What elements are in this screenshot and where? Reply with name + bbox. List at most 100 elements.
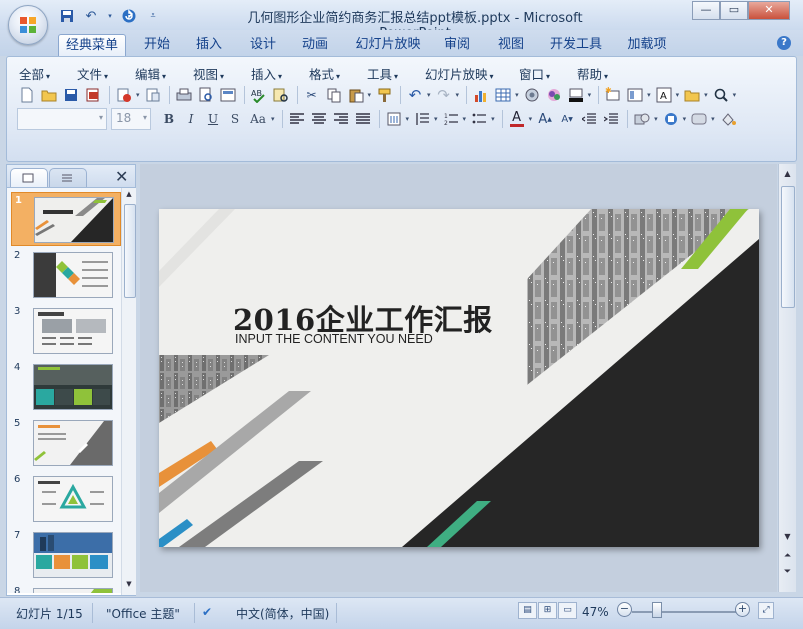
- tab-outline[interactable]: [49, 168, 87, 187]
- undo-dropdown-icon[interactable]: ▾: [106, 7, 114, 25]
- spelling-icon[interactable]: AB: [249, 85, 269, 105]
- thumbnail-list[interactable]: 1 2 3 4 5 6 7 8: [7, 188, 121, 593]
- decrease-indent-icon[interactable]: [579, 109, 599, 129]
- change-case-button[interactable]: Aa: [247, 109, 269, 129]
- arrange-icon[interactable]: [661, 109, 681, 129]
- editor-scrollbar[interactable]: ▲ ▼ ⏶ ⏷: [778, 164, 796, 592]
- new-icon[interactable]: [17, 85, 37, 105]
- scroll-down-icon[interactable]: ▼: [780, 529, 795, 545]
- slide-thumbnail[interactable]: 6: [11, 472, 119, 524]
- menu-view[interactable]: 视图 ▾: [193, 64, 224, 83]
- slideshow-view-button[interactable]: ▭: [558, 602, 577, 619]
- slide-thumbnail[interactable]: 1: [11, 192, 121, 246]
- zoom-level[interactable]: 47%: [582, 605, 609, 619]
- cut-icon[interactable]: ✂: [302, 85, 322, 105]
- attach-icon[interactable]: [143, 85, 163, 105]
- underline-button[interactable]: U: [203, 109, 223, 129]
- permission-icon[interactable]: [114, 85, 134, 105]
- help-icon[interactable]: ?: [777, 36, 791, 50]
- paste-icon[interactable]: [346, 85, 366, 105]
- tab-home[interactable]: 开始: [136, 34, 178, 56]
- language-indicator[interactable]: 中文(简体，中国): [236, 605, 329, 622]
- align-right-icon[interactable]: [331, 109, 351, 129]
- slide-thumbnail[interactable]: 3: [11, 304, 119, 356]
- save-icon[interactable]: [61, 85, 81, 105]
- tab-view[interactable]: 视图: [490, 34, 532, 56]
- font-color-icon[interactable]: A: [507, 109, 527, 129]
- line-spacing-icon[interactable]: [412, 109, 432, 129]
- menu-slideshow[interactable]: 幻灯片放映 ▾: [425, 64, 494, 83]
- scrollbar-thumb[interactable]: [124, 204, 136, 298]
- tab-slides[interactable]: [10, 168, 48, 187]
- shapes-icon[interactable]: [632, 109, 652, 129]
- open-folder-icon[interactable]: [682, 85, 702, 105]
- layout-icon[interactable]: [218, 85, 238, 105]
- print-preview-icon[interactable]: [196, 85, 216, 105]
- undo-icon[interactable]: ↶: [82, 7, 100, 25]
- menu-file[interactable]: 文件 ▾: [77, 64, 108, 83]
- grow-font-icon[interactable]: A ▲: [535, 109, 555, 129]
- undo-icon[interactable]: ↶: [405, 85, 425, 105]
- text-box-icon[interactable]: A: [654, 85, 674, 105]
- slide-layout-icon[interactable]: [625, 85, 645, 105]
- chart-icon[interactable]: [471, 85, 491, 105]
- zoom-in-button[interactable]: +: [735, 602, 750, 617]
- shape-fill-icon[interactable]: [718, 109, 738, 129]
- clipart-icon[interactable]: [522, 85, 542, 105]
- slide-thumbnail[interactable]: 7: [11, 528, 119, 580]
- current-slide[interactable]: 2016企业工作汇报 INPUT THE CONTENT YOU NEED: [159, 209, 759, 547]
- justify-icon[interactable]: [353, 109, 373, 129]
- text-direction-icon[interactable]: [384, 109, 404, 129]
- customize-toolbar-icon[interactable]: ⩡: [144, 7, 162, 25]
- menu-edit[interactable]: 编辑 ▾: [135, 64, 166, 83]
- scrollbar-thumb[interactable]: [781, 186, 795, 308]
- increase-indent-icon[interactable]: [601, 109, 621, 129]
- menu-insert[interactable]: 插入 ▾: [251, 64, 282, 83]
- open-icon[interactable]: [39, 85, 59, 105]
- redo-icon[interactable]: [120, 7, 138, 25]
- scroll-up-icon[interactable]: ▲: [780, 166, 795, 182]
- menu-format[interactable]: 格式 ▾: [309, 64, 340, 83]
- slide-thumbnail[interactable]: 4: [11, 360, 119, 412]
- redo-icon[interactable]: ↷: [434, 85, 454, 105]
- slide-subtitle[interactable]: INPUT THE CONTENT YOU NEED: [235, 332, 433, 346]
- tab-animation[interactable]: 动画: [294, 34, 336, 56]
- tab-slideshow[interactable]: 幻灯片放映: [352, 34, 424, 56]
- search-icon[interactable]: [711, 85, 731, 105]
- italic-button[interactable]: I: [181, 109, 201, 129]
- font-name-combo[interactable]: ▾: [17, 108, 107, 130]
- align-left-icon[interactable]: [287, 109, 307, 129]
- fit-to-window-icon[interactable]: ⤢: [758, 602, 774, 619]
- menu-all[interactable]: 全部 ▾: [19, 64, 50, 83]
- tab-addins[interactable]: 加载项: [620, 34, 674, 56]
- office-button[interactable]: [8, 5, 48, 45]
- normal-view-button[interactable]: ▤: [518, 602, 537, 619]
- menu-help[interactable]: 帮助 ▾: [577, 64, 608, 83]
- numbering-icon[interactable]: 12: [441, 109, 461, 129]
- maximize-button[interactable]: ▭: [720, 1, 748, 20]
- tab-insert[interactable]: 插入: [188, 34, 230, 56]
- picture-icon[interactable]: [544, 85, 564, 105]
- research-icon[interactable]: [271, 85, 291, 105]
- new-slide-icon[interactable]: ✱: [603, 85, 623, 105]
- slide-thumbnail[interactable]: 8: [11, 584, 119, 593]
- align-center-icon[interactable]: [309, 109, 329, 129]
- tab-design[interactable]: 设计: [242, 34, 284, 56]
- format-painter-icon[interactable]: [374, 85, 394, 105]
- bullets-icon[interactable]: [469, 109, 489, 129]
- next-slide-icon[interactable]: ⏷: [780, 564, 795, 580]
- zoom-slider-thumb[interactable]: [652, 602, 662, 618]
- zoom-slider[interactable]: [632, 611, 736, 613]
- spelling-check-icon[interactable]: ✔: [202, 605, 212, 619]
- tab-developer[interactable]: 开发工具: [544, 34, 608, 56]
- tab-review[interactable]: 审阅: [436, 34, 478, 56]
- print-icon[interactable]: [174, 85, 194, 105]
- slide-thumbnail[interactable]: 5: [11, 416, 119, 468]
- publish-icon[interactable]: [83, 85, 103, 105]
- thumbnail-scrollbar[interactable]: ▲ ▼: [121, 188, 136, 595]
- tab-classic-menu[interactable]: 经典菜单: [58, 34, 126, 57]
- close-button[interactable]: ✕: [748, 1, 790, 20]
- quick-styles-icon[interactable]: [689, 109, 709, 129]
- slide-thumbnail[interactable]: 2: [11, 248, 119, 300]
- fill-color-icon[interactable]: [566, 85, 586, 105]
